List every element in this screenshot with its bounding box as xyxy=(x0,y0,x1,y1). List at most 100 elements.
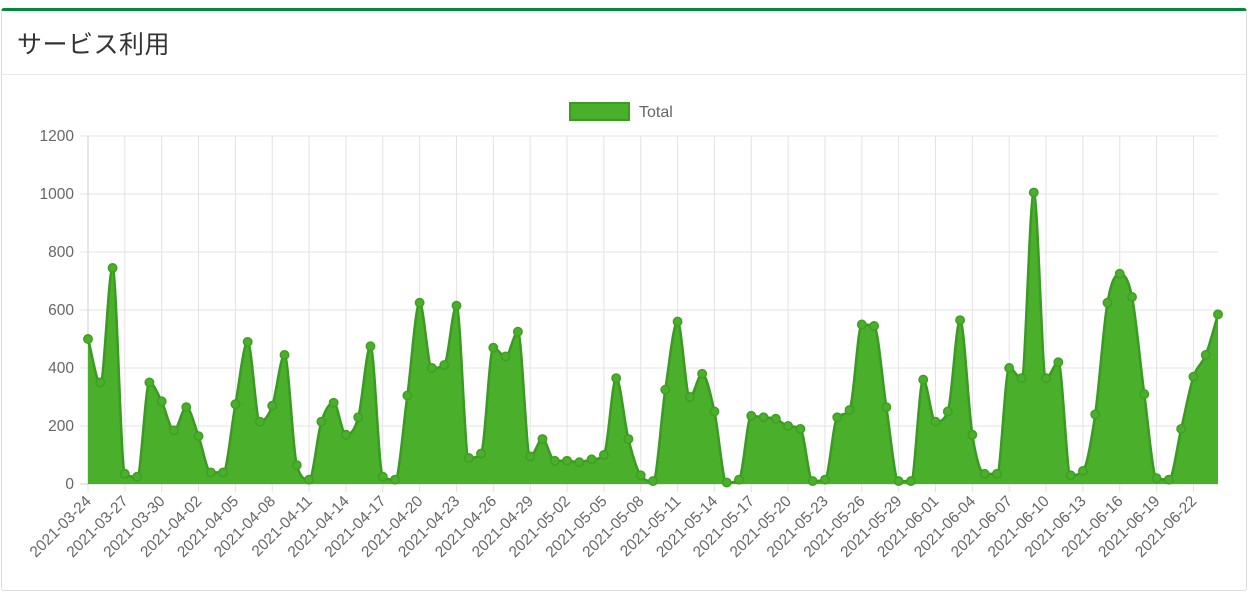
data-point[interactable] xyxy=(169,425,179,436)
data-point[interactable] xyxy=(905,476,916,487)
data-point[interactable] xyxy=(758,412,769,423)
data-point[interactable] xyxy=(635,470,646,481)
data-point[interactable] xyxy=(414,297,425,308)
data-point[interactable] xyxy=(611,373,622,384)
y-tick-label: 0 xyxy=(65,476,74,493)
data-point[interactable] xyxy=(500,351,511,362)
data-point[interactable] xyxy=(1176,423,1187,434)
data-point[interactable] xyxy=(623,434,634,444)
data-point[interactable] xyxy=(869,321,880,331)
data-point[interactable] xyxy=(353,412,364,423)
data-point[interactable] xyxy=(255,416,265,427)
data-point[interactable] xyxy=(918,374,929,385)
data-point[interactable] xyxy=(402,390,413,401)
data-point[interactable] xyxy=(451,300,462,311)
data-point[interactable] xyxy=(218,467,229,478)
data-point[interactable] xyxy=(1127,292,1137,302)
data-point[interactable] xyxy=(316,416,327,427)
data-point[interactable] xyxy=(328,397,339,408)
data-point[interactable] xyxy=(1028,187,1039,198)
data-point[interactable] xyxy=(1102,297,1113,308)
data-point[interactable] xyxy=(598,450,609,460)
data-point[interactable] xyxy=(340,429,351,440)
data-point[interactable] xyxy=(991,468,1002,479)
data-point[interactable] xyxy=(1163,474,1174,485)
data-point[interactable] xyxy=(734,474,744,485)
data-point[interactable] xyxy=(795,423,806,434)
data-point[interactable] xyxy=(1200,350,1211,360)
data-point[interactable] xyxy=(144,377,155,388)
data-point[interactable] xyxy=(1139,389,1150,400)
data-point[interactable] xyxy=(512,326,523,337)
data-point[interactable] xyxy=(119,468,130,479)
data-point[interactable] xyxy=(574,457,585,468)
data-point[interactable] xyxy=(181,402,192,413)
data-point[interactable] xyxy=(1188,371,1199,382)
data-point[interactable] xyxy=(488,342,499,353)
data-point[interactable] xyxy=(1151,473,1162,484)
data-point[interactable] xyxy=(1065,470,1076,481)
y-tick-label: 800 xyxy=(48,244,74,261)
data-point[interactable] xyxy=(1114,268,1125,279)
data-point[interactable] xyxy=(807,476,818,487)
data-point[interactable] xyxy=(390,474,401,485)
data-point[interactable] xyxy=(242,336,253,347)
data-point[interactable] xyxy=(881,402,892,413)
data-point[interactable] xyxy=(193,431,204,442)
data-point[interactable] xyxy=(721,477,732,488)
data-point[interactable] xyxy=(660,384,671,395)
data-point[interactable] xyxy=(856,319,867,330)
y-tick-label: 400 xyxy=(48,360,74,377)
data-point[interactable] xyxy=(832,412,843,423)
data-point[interactable] xyxy=(930,416,941,427)
data-point[interactable] xyxy=(156,396,167,407)
y-tick-label: 1000 xyxy=(40,186,75,203)
data-point[interactable] xyxy=(844,405,855,415)
data-point[interactable] xyxy=(783,421,794,431)
data-point[interactable] xyxy=(746,410,757,421)
data-point[interactable] xyxy=(549,455,560,466)
data-point[interactable] xyxy=(304,474,315,485)
data-point[interactable] xyxy=(95,377,106,388)
data-point[interactable] xyxy=(770,413,781,424)
legend[interactable]: Total xyxy=(569,102,673,121)
data-point[interactable] xyxy=(820,474,830,485)
data-point[interactable] xyxy=(942,406,953,417)
data-point[interactable] xyxy=(439,360,450,371)
data-point[interactable] xyxy=(205,467,216,478)
data-point[interactable] xyxy=(562,455,572,466)
data-point[interactable] xyxy=(230,399,241,410)
data-point[interactable] xyxy=(697,368,708,379)
data-point[interactable] xyxy=(537,434,548,444)
y-tick-label: 600 xyxy=(48,302,74,319)
data-point[interactable] xyxy=(1016,373,1027,384)
data-point[interactable] xyxy=(967,429,978,440)
data-point[interactable] xyxy=(586,454,597,465)
data-point[interactable] xyxy=(279,350,290,360)
data-point[interactable] xyxy=(267,400,278,411)
data-point[interactable] xyxy=(1053,357,1064,368)
data-point[interactable] xyxy=(672,316,683,327)
data-point[interactable] xyxy=(648,476,658,487)
data-point[interactable] xyxy=(476,448,486,459)
data-point[interactable] xyxy=(893,476,904,487)
data-point[interactable] xyxy=(377,471,388,482)
data-point[interactable] xyxy=(955,315,966,326)
data-point[interactable] xyxy=(365,341,376,352)
data-point[interactable] xyxy=(426,363,437,373)
data-point[interactable] xyxy=(463,452,474,463)
data-point[interactable] xyxy=(132,471,143,482)
data-point[interactable] xyxy=(684,392,695,402)
data-point[interactable] xyxy=(1077,466,1088,476)
data-point[interactable] xyxy=(107,263,118,273)
data-point[interactable] xyxy=(1041,373,1051,384)
data-point[interactable] xyxy=(83,334,93,344)
data-point[interactable] xyxy=(709,406,720,417)
data-point[interactable] xyxy=(1213,309,1223,320)
data-point[interactable] xyxy=(525,451,536,462)
data-point[interactable] xyxy=(1004,363,1015,373)
data-point[interactable] xyxy=(1090,409,1101,420)
legend-label-total: Total xyxy=(639,104,673,121)
data-point[interactable] xyxy=(291,460,302,471)
data-point[interactable] xyxy=(979,468,990,479)
